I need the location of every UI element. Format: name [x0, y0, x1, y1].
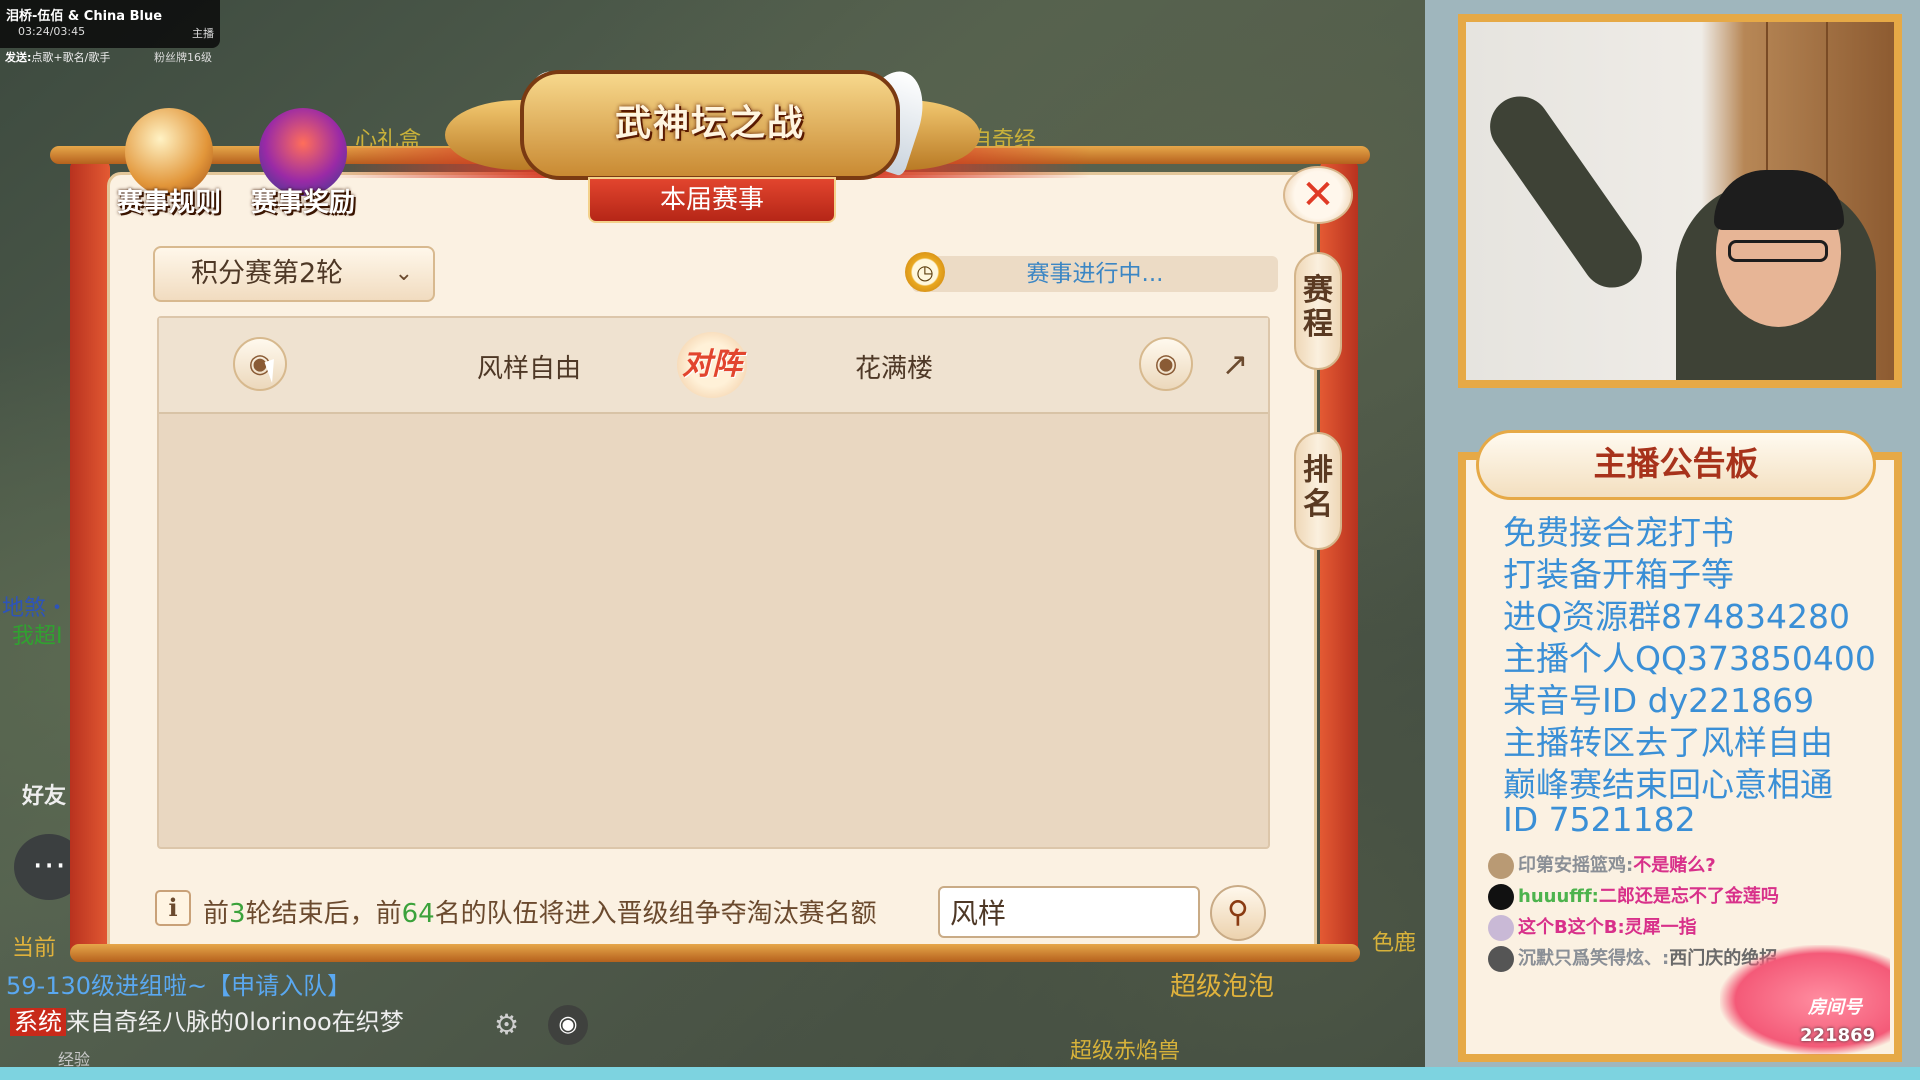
board-line: 免费接合宠打书: [1503, 513, 1734, 552]
system-message: 来自奇经八脉的0lorinoo在织梦: [66, 1008, 404, 1036]
match-row: ◉ 风样自由 对阵 花满楼 ◉ ↗: [159, 318, 1268, 414]
webcam-feed: [1466, 22, 1894, 380]
round-dropdown-value: 积分赛第2轮: [191, 258, 344, 289]
eye-icon[interactable]: ◉: [1139, 337, 1193, 391]
avatar: [1488, 853, 1514, 879]
streamer-arm: [1478, 84, 1654, 300]
eye-icon[interactable]: ◉: [233, 337, 287, 391]
match-list: ◉ 风样自由 对阵 花满楼 ◉ ↗: [157, 316, 1270, 849]
team-right: 花满楼: [855, 354, 934, 384]
board-line: 主播转区去了风样自由: [1503, 723, 1833, 762]
bg-text: 超级泡泡: [1170, 972, 1275, 1002]
chevron-down-icon: ⌄: [394, 261, 413, 286]
round-dropdown[interactable]: 积分赛第2轮 ⌄: [153, 246, 435, 302]
game-viewport: 心礼盒 自奇经 地煞・ 我超I 好友 当前 59-130级进组啦~【申请入队】 …: [0, 0, 1425, 1067]
room-label: 房间号: [1808, 997, 1862, 1018]
share-icon[interactable]: ↗: [1213, 342, 1257, 386]
dialog-title: 武神坛之战: [614, 103, 805, 144]
chat-line[interactable]: 59-130级进组啦~【申请入队】: [6, 966, 351, 1001]
rules-label: 赛事规则: [116, 188, 221, 218]
current-event-ribbon: 本届赛事: [588, 177, 836, 223]
search-icon[interactable]: ⚲: [1210, 885, 1266, 941]
gear-icon[interactable]: ⚙: [494, 1008, 519, 1041]
danmaku-item: huuufff:二郎还是忘不了金莲吗: [1488, 882, 1779, 910]
board-line: 某音号ID dy221869: [1503, 681, 1815, 720]
bg-text: 色鹿: [1372, 931, 1417, 956]
chat-line: 系统 来自奇经八脉的0lorinoo在织梦: [10, 1002, 404, 1037]
title-banner: 武神坛之战: [520, 70, 900, 180]
bg-text: 我超I: [12, 624, 63, 649]
match-status: 赛事进行中...: [912, 256, 1278, 292]
vs-badge: 对阵: [677, 332, 747, 398]
avatar: [1488, 884, 1514, 910]
exp-label: 经验: [58, 1050, 91, 1067]
channel-current[interactable]: 当前: [12, 930, 56, 962]
clock-icon: ◷: [905, 252, 945, 292]
board-title: 主播公告板: [1476, 430, 1876, 500]
webcam-frame: [1458, 14, 1902, 388]
danmaku-item: 印第安摇篮鸡:不是赌么?: [1488, 851, 1716, 879]
board-line: ID 7521182: [1503, 800, 1696, 839]
board-line: 进Q资源群874834280: [1503, 597, 1850, 636]
bottom-strip: [0, 1067, 1920, 1080]
tab-ranking[interactable]: 排名: [1294, 432, 1342, 550]
music-overlay: 泪桥-伍佰 & China Blue 03:24/03:45 主播: [0, 0, 220, 48]
bg-text: 超级赤焰兽: [1070, 1039, 1181, 1064]
team-search-input[interactable]: [938, 886, 1200, 938]
streamer-hair: [1714, 170, 1844, 230]
avatar: [1488, 915, 1514, 941]
music-role: 主播: [192, 27, 214, 40]
tab-schedule[interactable]: 赛程: [1294, 252, 1342, 370]
friends-label[interactable]: 好友: [22, 778, 66, 810]
rules-button[interactable]: 赛事规则: [114, 108, 224, 219]
fans-badge: 粉丝牌16级: [154, 51, 212, 64]
avatar: [1488, 946, 1514, 972]
reward-button[interactable]: 赛事奖励: [248, 108, 358, 219]
info-icon: i: [155, 890, 191, 926]
song-request-hint: 发送:点歌+歌名/歌手: [5, 51, 111, 64]
room-id: 221869: [1800, 1025, 1876, 1046]
music-title: 泪桥-伍佰 & China Blue: [6, 9, 163, 24]
music-time: 03:24/03:45: [18, 25, 86, 38]
board-line: 巅峰赛结束回心意相通: [1503, 765, 1833, 804]
team-left: 风样自由: [477, 354, 582, 384]
close-icon[interactable]: ✕: [1283, 166, 1353, 224]
dialog-frame-left: [70, 160, 110, 960]
board-line: 打装备开箱子等: [1503, 555, 1734, 594]
glasses: [1728, 240, 1828, 262]
qualification-note: 前3轮结束后，前64名的队伍将进入晋级组争夺淘汰赛名额: [203, 899, 877, 929]
dialog-bottom-bar: [70, 944, 1360, 962]
reward-label: 赛事奖励: [250, 188, 355, 218]
danmaku-item: 这个B这个B:灵犀一指: [1488, 913, 1697, 941]
system-tag: 系统: [10, 1008, 66, 1036]
board-line: 主播个人QQ373850400: [1503, 639, 1876, 678]
camera-icon[interactable]: ◉: [548, 1005, 588, 1045]
